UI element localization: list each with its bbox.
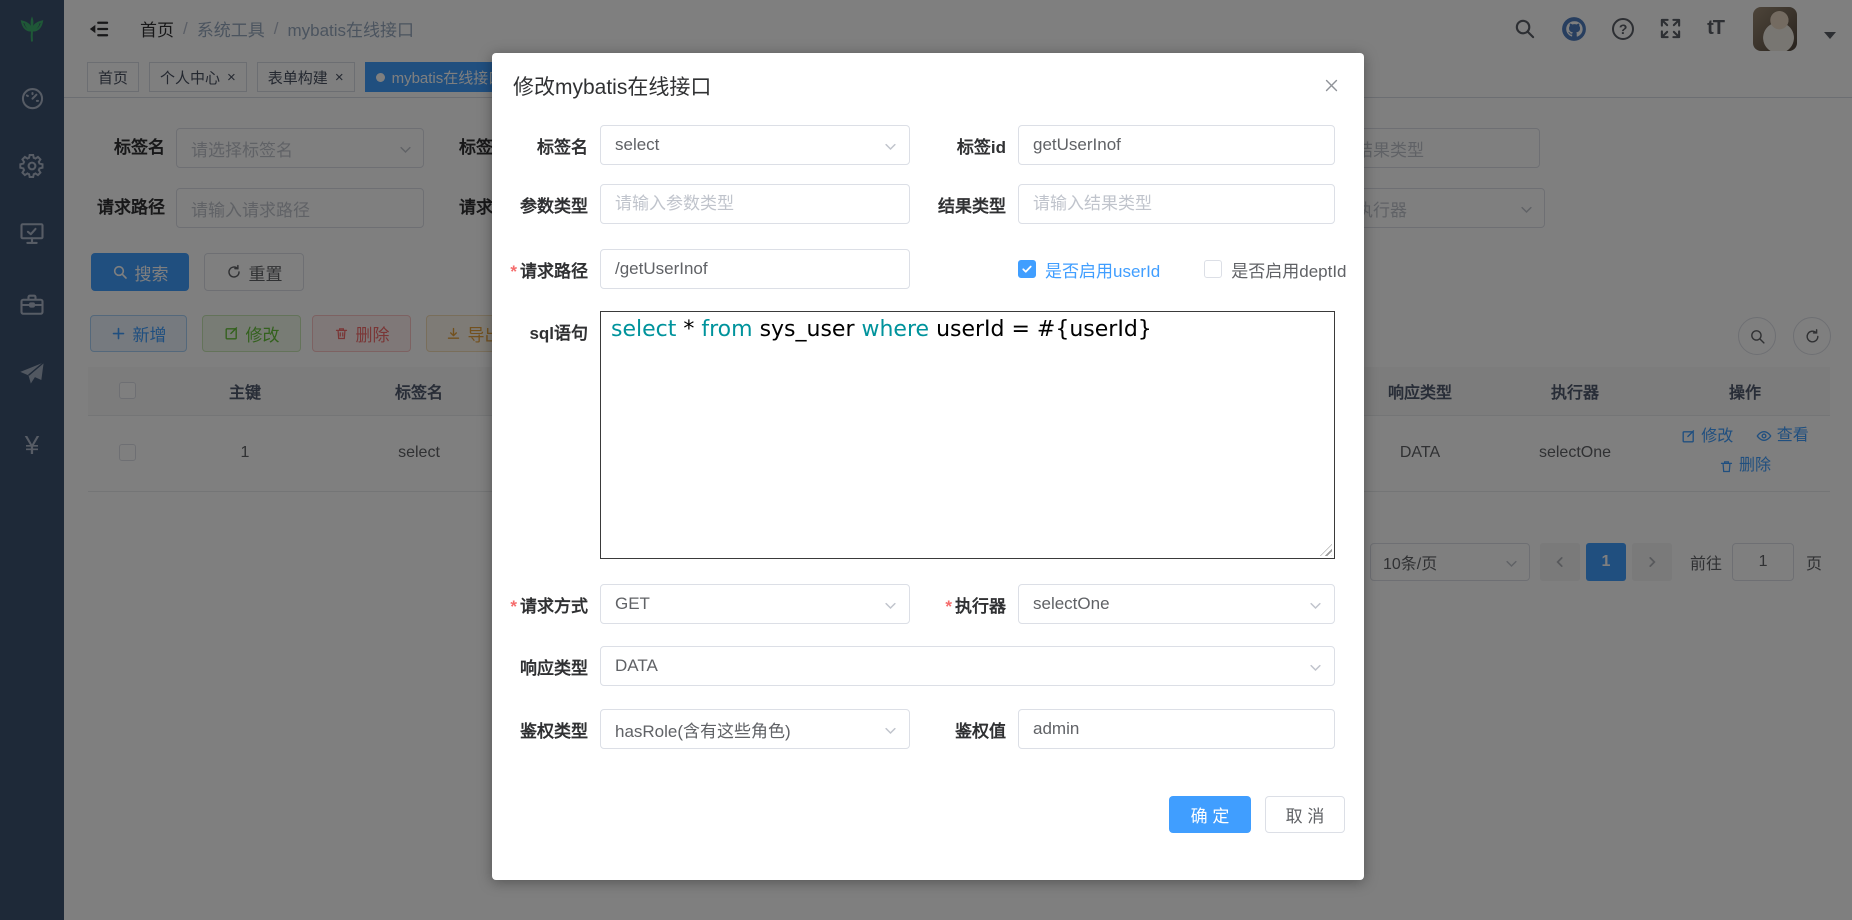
- dialog-close-button[interactable]: [1323, 77, 1340, 94]
- dialog-request-method-select[interactable]: GET: [600, 584, 910, 624]
- cancel-button[interactable]: 取 消: [1265, 796, 1345, 833]
- dialog-response-type-label: 响应类型: [492, 654, 600, 679]
- dialog-auth-type-select[interactable]: hasRole(含有这些角色): [600, 709, 910, 749]
- deptid-checkbox-label[interactable]: 是否启用deptId: [1231, 257, 1346, 282]
- chevron-down-icon: [883, 598, 898, 613]
- dialog-executor-select[interactable]: selectOne: [1018, 584, 1335, 624]
- dialog-result-type-input[interactable]: [1018, 184, 1335, 224]
- dialog-executor-label: *执行器: [910, 592, 1018, 617]
- dialog-param-type-input[interactable]: [600, 184, 910, 224]
- dialog-param-type-label: 参数类型: [492, 192, 600, 217]
- edit-interface-dialog: 修改mybatis在线接口 标签名 select 标签id 参数类型 结果类型: [492, 53, 1364, 880]
- chevron-down-icon: [883, 723, 898, 738]
- chevron-down-icon: [883, 139, 898, 154]
- sql-editor[interactable]: select * from sys_user where userId = #{…: [600, 311, 1335, 559]
- dialog-auth-value-input[interactable]: [1018, 709, 1335, 749]
- deptid-checkbox[interactable]: [1204, 260, 1222, 278]
- dialog-tag-id-input[interactable]: [1018, 125, 1335, 165]
- chevron-down-icon: [1308, 660, 1323, 675]
- close-icon: [1323, 77, 1340, 94]
- confirm-button[interactable]: 确 定: [1169, 796, 1251, 833]
- check-icon: [1021, 263, 1033, 275]
- userid-checkbox-label[interactable]: 是否启用userId: [1045, 257, 1160, 282]
- dialog-auth-type-label: 鉴权类型: [492, 717, 600, 742]
- dialog-request-path-input[interactable]: [600, 249, 910, 289]
- userid-checkbox[interactable]: [1018, 260, 1036, 278]
- dialog-tag-name-label: 标签名: [492, 133, 600, 158]
- dialog-response-type-select[interactable]: DATA: [600, 646, 1335, 686]
- chevron-down-icon: [1308, 598, 1323, 613]
- dialog-request-path-label: *请求路径: [492, 257, 600, 282]
- dialog-auth-value-label: 鉴权值: [910, 717, 1018, 742]
- dialog-result-type-label: 结果类型: [910, 192, 1018, 217]
- resize-grip-icon[interactable]: [1320, 544, 1332, 556]
- dialog-request-method-label: *请求方式: [492, 592, 600, 617]
- dialog-tag-name-select[interactable]: select: [600, 125, 910, 165]
- dialog-title: 修改mybatis在线接口: [492, 75, 1364, 101]
- dialog-tag-id-label: 标签id: [910, 133, 1018, 158]
- dialog-sql-label: sql语句: [492, 319, 600, 344]
